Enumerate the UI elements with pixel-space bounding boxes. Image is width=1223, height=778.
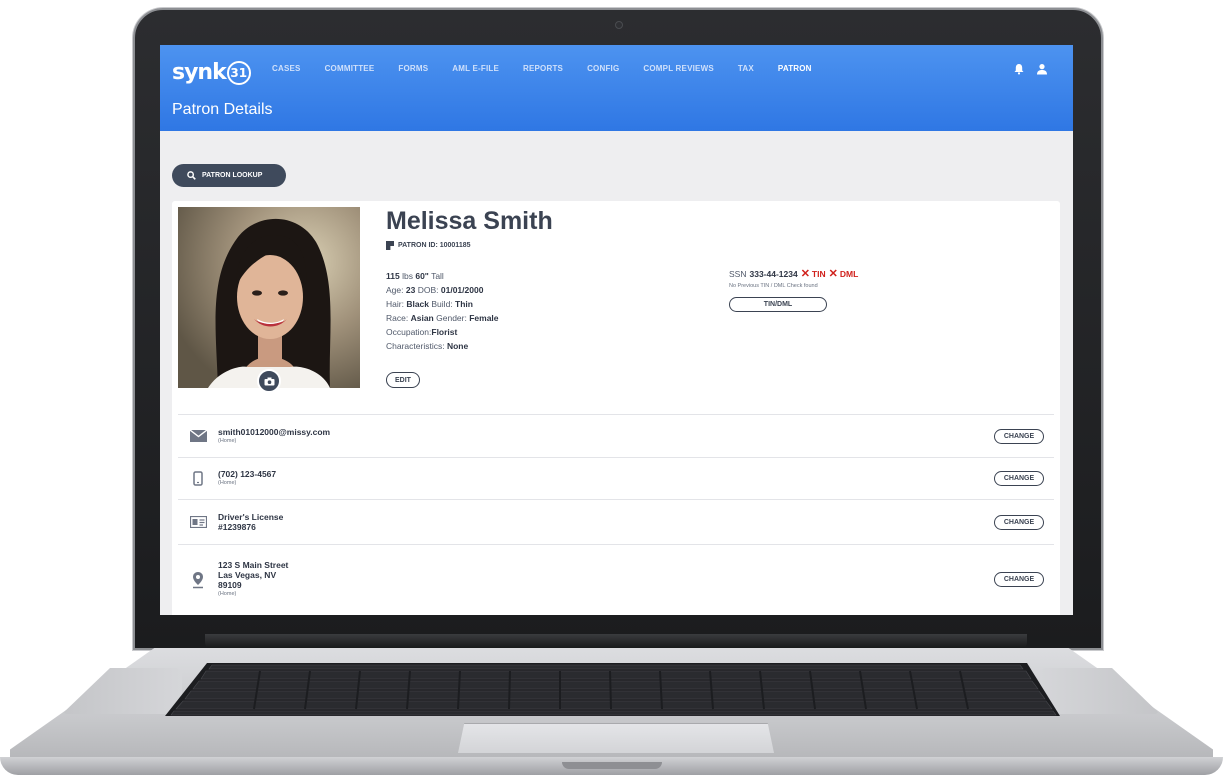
- detail-characteristics: Characteristics: None: [386, 341, 469, 351]
- patron-lookup-label: PATRON LOOKUP: [202, 172, 263, 179]
- id-card-icon: [189, 516, 207, 528]
- change-address-button[interactable]: CHANGE: [994, 572, 1044, 587]
- email-type: (Home): [218, 437, 237, 444]
- top-header: synk 31 CASES COMMITTEE FORMS AML E-FILE …: [160, 45, 1073, 131]
- nav-item-config[interactable]: CONFIG: [587, 64, 619, 73]
- bell-icon[interactable]: [1013, 63, 1025, 75]
- location-pin-icon: [193, 571, 203, 588]
- patron-name: Melissa Smith: [386, 207, 553, 235]
- detail-size: 115 lbs 60" Tall: [386, 271, 444, 281]
- license-type: Driver's License: [218, 512, 284, 522]
- mail-icon: [189, 430, 207, 442]
- nav-item-patron[interactable]: PATRON: [778, 64, 812, 73]
- change-photo-button[interactable]: [257, 369, 281, 393]
- address-street: 123 S Main Street: [218, 560, 289, 570]
- nav-item-aml-efile[interactable]: AML E-FILE: [452, 64, 499, 73]
- phone-type: (Home): [218, 480, 237, 486]
- lid-notch: [562, 762, 662, 769]
- address-type: (Home): [218, 591, 237, 597]
- patron-details: 115 lbs 60" Tall Age: 23 DOB: 01/01/2000…: [386, 269, 499, 353]
- change-email-button[interactable]: CHANGE: [994, 428, 1044, 444]
- id-flag-icon: [386, 241, 394, 250]
- patron-portrait: [178, 207, 360, 388]
- contact-list: smith01012000@missy.com (Home) CHANGE (7…: [178, 414, 1054, 614]
- logo-number: 31: [226, 61, 251, 85]
- ssn-check-note: No Previous TIN / DML Check found: [729, 283, 818, 289]
- tin-flag: ✕ TIN: [800, 268, 826, 280]
- app-screen: synk 31 CASES COMMITTEE FORMS AML E-FILE …: [160, 45, 1073, 615]
- patron-id-label: PATRON ID: 10001185: [398, 242, 471, 249]
- main-nav: CASES COMMITTEE FORMS AML E-FILE REPORTS…: [272, 64, 836, 73]
- dml-flag: ✕ DML: [828, 268, 859, 280]
- edit-button[interactable]: EDIT: [386, 372, 420, 388]
- left-palmrest: [62, 668, 182, 714]
- ssn-line: SSN 333-44-1234 ✕ TIN ✕ DML: [729, 268, 859, 280]
- phone-value: (702) 123-4567: [218, 469, 277, 479]
- trackpad: [458, 723, 774, 753]
- ssn-value: 333-44-1234: [749, 269, 798, 279]
- email-value: smith01012000@missy.com: [218, 426, 331, 437]
- page-title: Patron Details: [172, 101, 273, 118]
- logo-text: synk: [172, 60, 227, 85]
- ssn-label: SSN: [729, 269, 747, 279]
- nav-item-reports[interactable]: REPORTS: [523, 64, 563, 73]
- contact-row-license: Driver's License #1239876 CHANGE: [178, 499, 1054, 544]
- x-icon: ✕: [828, 268, 838, 280]
- contact-row-phone: (702) 123-4567 (Home) CHANGE: [178, 457, 1054, 499]
- camera-icon: [264, 377, 274, 385]
- license-number: #1239876: [218, 522, 256, 532]
- nav-item-committee[interactable]: COMMITTEE: [325, 64, 375, 73]
- x-icon: ✕: [800, 268, 810, 280]
- app-logo[interactable]: synk 31: [172, 60, 251, 85]
- search-icon: [187, 171, 196, 180]
- patron-card: Melissa Smith PATRON ID: 10001185 115 lb…: [172, 201, 1060, 615]
- detail-hair-build: Hair: Black Build: Thin: [386, 299, 473, 309]
- nav-item-tax[interactable]: TAX: [738, 64, 754, 73]
- address-city: Las Vegas, NV: [218, 570, 277, 580]
- address-zip: 89109: [218, 580, 242, 590]
- detail-occupation: Occupation:Florist: [386, 327, 458, 337]
- change-phone-button[interactable]: CHANGE: [994, 471, 1044, 486]
- laptop-hinge: [205, 634, 1027, 650]
- patron-id: PATRON ID: 10001185: [386, 241, 471, 250]
- nav-item-cases[interactable]: CASES: [272, 64, 301, 73]
- phone-icon: [193, 471, 203, 486]
- contact-row-email: smith01012000@missy.com (Home) CHANGE: [178, 414, 1054, 457]
- user-icon[interactable]: [1036, 63, 1048, 75]
- contact-row-address: 123 S Main Street Las Vegas, NV 89109 (H…: [178, 544, 1054, 614]
- nav-item-compl-reviews[interactable]: COMPL REVIEWS: [643, 64, 713, 73]
- change-license-button[interactable]: CHANGE: [994, 514, 1044, 530]
- detail-race-gender: Race: Asian Gender: Female: [386, 313, 499, 323]
- patron-lookup-button[interactable]: PATRON LOOKUP: [172, 164, 286, 187]
- webcam: [615, 21, 623, 29]
- patron-photo: [178, 207, 360, 388]
- right-palmrest: [1040, 668, 1160, 714]
- detail-age-dob: Age: 23 DOB: 01/01/2000: [386, 285, 484, 295]
- tin-dml-button[interactable]: TIN/DML: [729, 297, 827, 312]
- nav-item-forms[interactable]: FORMS: [398, 64, 428, 73]
